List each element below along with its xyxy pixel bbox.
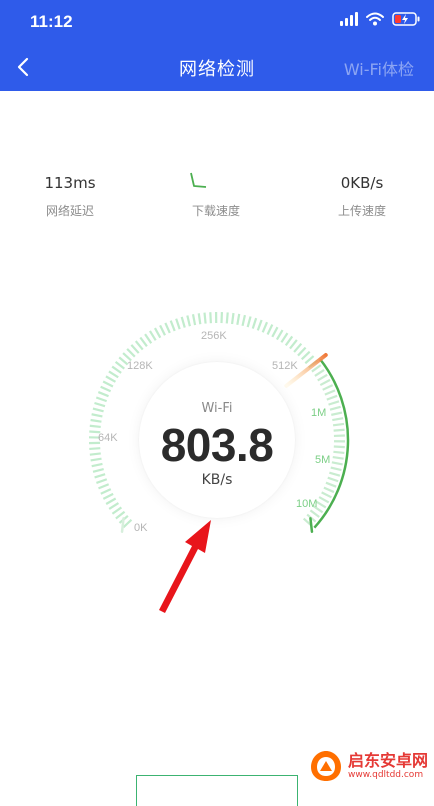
gauge-tick bbox=[320, 380, 330, 385]
gauge-tick bbox=[294, 344, 301, 352]
gauge-tick bbox=[140, 338, 147, 347]
gauge-tick bbox=[112, 507, 121, 513]
gauge-tick bbox=[232, 313, 233, 324]
gauge-tick bbox=[106, 499, 116, 505]
gauge-tick bbox=[187, 315, 190, 326]
gauge-tick bbox=[302, 352, 310, 360]
gauge-tick bbox=[103, 494, 113, 499]
gauge-tick bbox=[322, 492, 332, 497]
gauge-speed-unit: KB/s bbox=[0, 472, 434, 488]
gauge-tick bbox=[193, 314, 195, 325]
gauge-tick bbox=[112, 367, 121, 373]
gauge-tick bbox=[319, 497, 329, 502]
gauge-tick bbox=[136, 341, 143, 350]
gauge-tick bbox=[127, 349, 135, 357]
gauge-tick bbox=[103, 381, 113, 386]
gauge-tick bbox=[160, 325, 165, 335]
gauge-tick bbox=[123, 520, 131, 528]
gauge-start-cap bbox=[122, 518, 123, 531]
gauge-tick bbox=[205, 313, 206, 324]
scale-label-1m: 1M bbox=[311, 407, 326, 419]
watermark-url: www.qdltdd.com bbox=[348, 770, 428, 781]
gauge-tick bbox=[176, 319, 180, 329]
gauge-tick bbox=[272, 327, 277, 337]
gauge-tick bbox=[318, 375, 327, 381]
gauge-tick bbox=[316, 502, 325, 508]
gauge-tick bbox=[315, 370, 324, 376]
gauge-tick bbox=[210, 312, 211, 323]
gauge-tick bbox=[116, 362, 125, 369]
gauge-tick bbox=[324, 488, 334, 492]
gauge-tick bbox=[268, 325, 273, 335]
gauge-tick bbox=[298, 348, 306, 356]
gauge-tick bbox=[243, 315, 245, 326]
gauge-tick bbox=[227, 312, 228, 323]
red-annotation-arrow bbox=[159, 520, 211, 613]
gauge-tick bbox=[199, 313, 201, 324]
gauge-tick bbox=[277, 330, 283, 339]
scale-label-512k: 512K bbox=[272, 360, 298, 372]
watermark-logo-icon bbox=[308, 748, 344, 784]
gauge-end-cap bbox=[310, 518, 311, 531]
gauge-tick bbox=[109, 371, 118, 377]
watermark-title: 启东安卓网 bbox=[348, 752, 428, 770]
gauge-tick bbox=[98, 392, 108, 396]
gauge-tick bbox=[101, 489, 111, 494]
gauge-tick bbox=[305, 356, 313, 363]
scale-label-256k: 256K bbox=[201, 330, 227, 342]
gauge-tick bbox=[101, 387, 111, 392]
gauge-tick bbox=[106, 376, 116, 381]
gauge-tick bbox=[248, 316, 251, 327]
gauge-tick bbox=[281, 333, 287, 342]
gauge-tick bbox=[290, 340, 297, 349]
gauge-tick bbox=[171, 321, 175, 331]
bottom-action-button[interactable] bbox=[136, 775, 298, 806]
scale-label-0k: 0K bbox=[134, 522, 147, 534]
gauge-speed-value: 803.8 bbox=[0, 418, 434, 472]
gauge-tick bbox=[165, 323, 169, 333]
gauge-tick bbox=[155, 328, 160, 338]
gauge-tick bbox=[237, 314, 239, 325]
gauge-tick bbox=[109, 503, 118, 509]
gauge-tick bbox=[258, 320, 262, 330]
gauge-tick bbox=[263, 322, 267, 332]
gauge-tick bbox=[253, 318, 256, 328]
gauge-tick bbox=[310, 510, 319, 517]
gauge-tick bbox=[327, 396, 337, 400]
gauge-tick bbox=[286, 336, 292, 345]
gauge-tick bbox=[131, 345, 138, 353]
scale-label-64k: 64K bbox=[98, 432, 118, 444]
gauge-tick bbox=[323, 385, 333, 390]
gauge-network-label: Wi-Fi bbox=[0, 401, 434, 416]
scale-label-5m: 5M bbox=[315, 454, 330, 466]
gauge-tick bbox=[182, 317, 185, 328]
scale-label-10m: 10M bbox=[296, 498, 317, 510]
scale-label-128k: 128K bbox=[127, 360, 153, 372]
gauge-tick bbox=[150, 331, 156, 340]
gauge-tick bbox=[145, 334, 151, 343]
gauge-tick bbox=[325, 390, 335, 394]
site-watermark: 启东安卓网 www.qdltdd.com bbox=[308, 748, 428, 784]
